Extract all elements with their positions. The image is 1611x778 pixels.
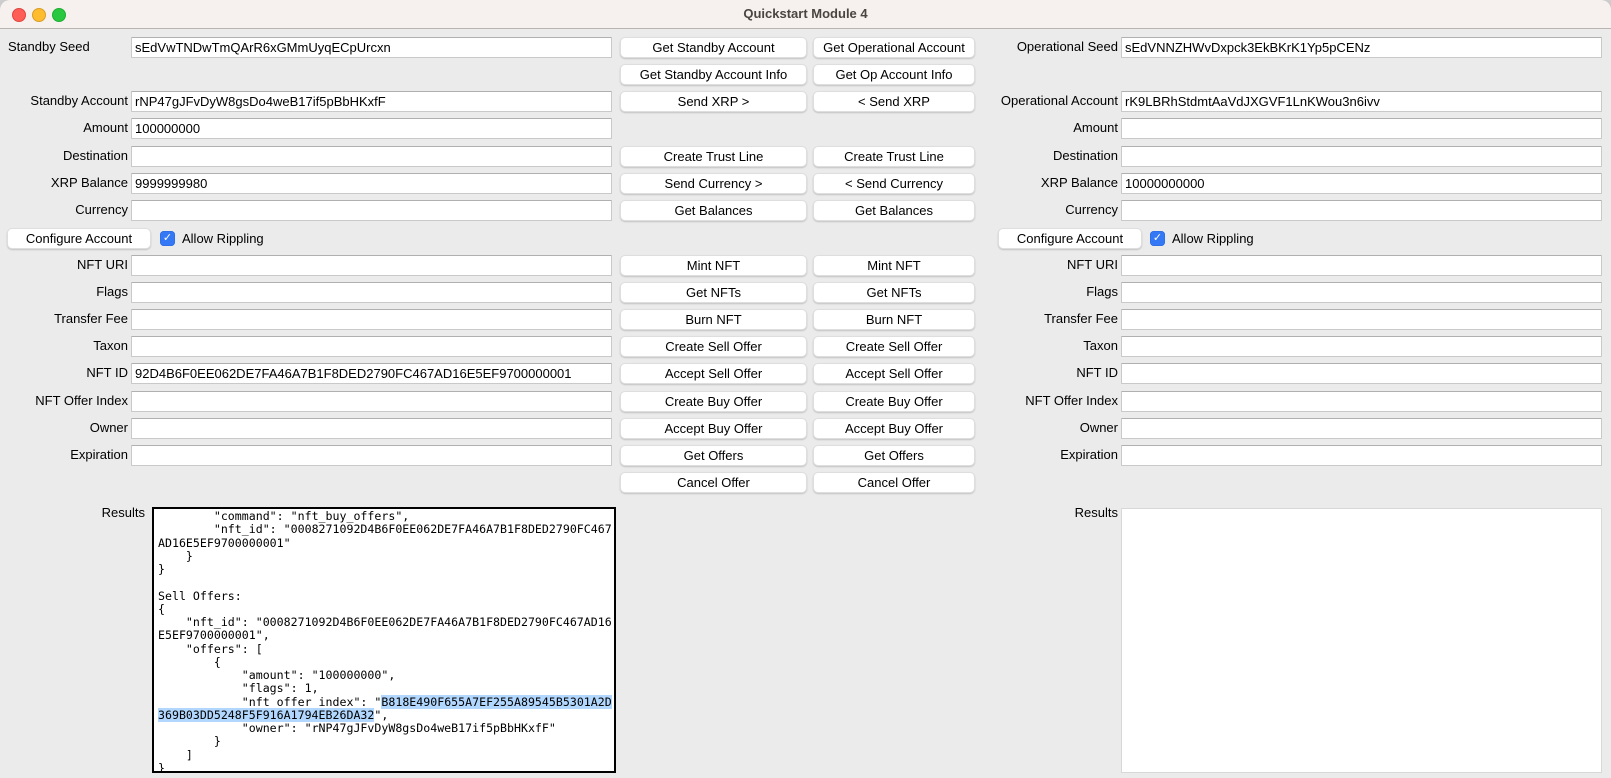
checkmark-icon: ✓ (1150, 231, 1165, 246)
operational-flags-label: Flags (900, 284, 1118, 300)
operational-results-textarea[interactable] (1121, 508, 1602, 773)
standby-get-nfts-button[interactable]: Get NFTs (620, 282, 807, 303)
standby-nft-id-label: NFT ID (0, 365, 128, 381)
checkmark-icon: ✓ (160, 231, 175, 246)
standby-account-label: Standby Account (0, 93, 128, 109)
operational-nft-offer-index-input[interactable] (1121, 391, 1602, 412)
standby-destination-input[interactable] (131, 146, 612, 167)
operational-xrp-balance-label: XRP Balance (900, 175, 1118, 191)
standby-results-label: Results (0, 505, 145, 521)
standby-nft-offer-index-label: NFT Offer Index (0, 393, 128, 409)
standby-destination-label: Destination (0, 148, 128, 164)
standby-get-balances-button[interactable]: Get Balances (620, 200, 807, 221)
standby-nft-id-input[interactable] (131, 363, 612, 384)
standby-amount-label: Amount (0, 120, 128, 136)
standby-seed-label: Standby Seed (8, 39, 90, 55)
operational-xrp-balance-input[interactable] (1121, 173, 1602, 194)
operational-taxon-label: Taxon (900, 338, 1118, 354)
standby-cancel-offer-button[interactable]: Cancel Offer (620, 472, 807, 493)
operational-currency-label: Currency (900, 202, 1118, 218)
operational-currency-input[interactable] (1121, 200, 1602, 221)
standby-currency-input[interactable] (131, 200, 612, 221)
operational-results-label: Results (900, 505, 1118, 521)
operational-allow-rippling-checkbox[interactable]: ✓ (1150, 231, 1165, 246)
standby-account-input[interactable] (131, 91, 612, 112)
get-standby-account-button[interactable]: Get Standby Account (620, 37, 807, 58)
operational-expiration-input[interactable] (1121, 445, 1602, 466)
standby-create-buy-offer-button[interactable]: Create Buy Offer (620, 391, 807, 412)
operational-nft-id-label: NFT ID (900, 365, 1118, 381)
standby-create-sell-offer-button[interactable]: Create Sell Offer (620, 336, 807, 357)
standby-allow-rippling-label: Allow Rippling (182, 231, 264, 247)
operational-destination-label: Destination (900, 148, 1118, 164)
operational-nft-uri-label: NFT URI (900, 257, 1118, 273)
standby-expiration-input[interactable] (131, 445, 612, 466)
standby-seed-input[interactable] (131, 37, 612, 58)
standby-burn-nft-button[interactable]: Burn NFT (620, 309, 807, 330)
operational-destination-input[interactable] (1121, 146, 1602, 167)
get-standby-account-info-button[interactable]: Get Standby Account Info (620, 64, 807, 85)
standby-owner-input[interactable] (131, 418, 612, 439)
operational-account-input[interactable] (1121, 91, 1602, 112)
standby-transfer-fee-input[interactable] (131, 309, 612, 330)
standby-taxon-label: Taxon (0, 338, 128, 354)
standby-nft-uri-label: NFT URI (0, 257, 128, 273)
operational-seed-label: Operational Seed (900, 39, 1118, 55)
standby-owner-label: Owner (0, 420, 128, 436)
standby-nft-offer-index-input[interactable] (131, 391, 612, 412)
operational-transfer-fee-label: Transfer Fee (900, 311, 1118, 327)
operational-nft-offer-index-label: NFT Offer Index (900, 393, 1118, 409)
standby-expiration-label: Expiration (0, 447, 128, 463)
window-title: Quickstart Module 4 (0, 0, 1611, 28)
standby-currency-label: Currency (0, 202, 128, 218)
standby-get-offers-button[interactable]: Get Offers (620, 445, 807, 466)
operational-configure-account-button[interactable]: Configure Account (998, 228, 1142, 249)
standby-xrp-balance-input[interactable] (131, 173, 612, 194)
operational-nft-uri-input[interactable] (1121, 255, 1602, 276)
standby-taxon-input[interactable] (131, 336, 612, 357)
standby-accept-buy-offer-button[interactable]: Accept Buy Offer (620, 418, 807, 439)
standby-flags-label: Flags (0, 284, 128, 300)
standby-transfer-fee-label: Transfer Fee (0, 311, 128, 327)
standby-results-text: "command": "nft_buy_offers", "nft_id": "… (158, 510, 615, 773)
standby-configure-account-button[interactable]: Configure Account (7, 228, 151, 249)
operational-account-label: Operational Account (900, 93, 1118, 109)
standby-allow-rippling-checkbox[interactable]: ✓ (160, 231, 175, 246)
standby-results-textarea[interactable]: "command": "nft_buy_offers", "nft_id": "… (152, 507, 616, 773)
standby-flags-input[interactable] (131, 282, 612, 303)
standby-send-currency-button[interactable]: Send Currency > (620, 173, 807, 194)
operational-expiration-label: Expiration (900, 447, 1118, 463)
operational-cancel-offer-button[interactable]: Cancel Offer (813, 472, 975, 493)
standby-xrp-balance-label: XRP Balance (0, 175, 128, 191)
operational-flags-input[interactable] (1121, 282, 1602, 303)
get-op-account-info-button[interactable]: Get Op Account Info (813, 64, 975, 85)
standby-accept-sell-offer-button[interactable]: Accept Sell Offer (620, 363, 807, 384)
operational-nft-id-input[interactable] (1121, 363, 1602, 384)
operational-taxon-input[interactable] (1121, 336, 1602, 357)
standby-nft-uri-input[interactable] (131, 255, 612, 276)
operational-owner-label: Owner (900, 420, 1118, 436)
operational-transfer-fee-input[interactable] (1121, 309, 1602, 330)
standby-create-trust-line-button[interactable]: Create Trust Line (620, 146, 807, 167)
app-window: Quickstart Module 4 Standby Seed Standby… (0, 0, 1611, 778)
operational-amount-label: Amount (900, 120, 1118, 136)
standby-mint-nft-button[interactable]: Mint NFT (620, 255, 807, 276)
titlebar: Quickstart Module 4 (0, 0, 1611, 29)
operational-amount-input[interactable] (1121, 118, 1602, 139)
operational-seed-input[interactable] (1121, 37, 1602, 58)
standby-amount-input[interactable] (131, 118, 612, 139)
operational-owner-input[interactable] (1121, 418, 1602, 439)
operational-allow-rippling-label: Allow Rippling (1172, 231, 1254, 247)
results-text-before-selection: "command": "nft_buy_offers", "nft_id": "… (158, 509, 612, 709)
standby-send-xrp-button[interactable]: Send XRP > (620, 91, 807, 112)
